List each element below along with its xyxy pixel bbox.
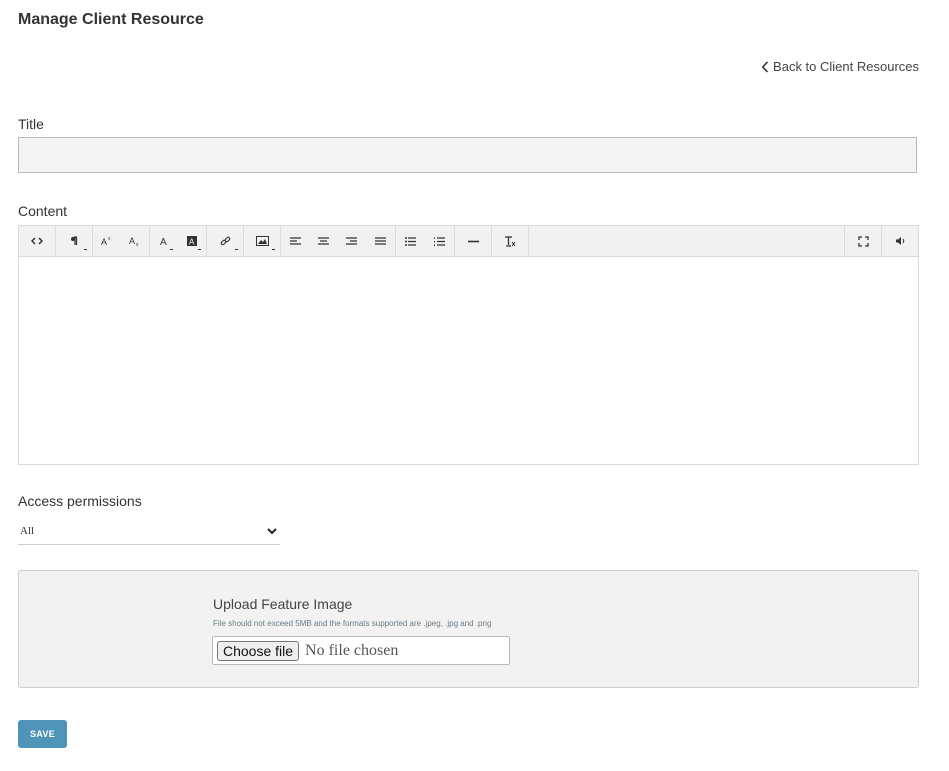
access-permissions-label: Access permissions bbox=[18, 493, 142, 509]
image-icon[interactable] bbox=[244, 226, 280, 256]
upload-feature-image-panel: Upload Feature Image File should not exc… bbox=[18, 570, 919, 688]
link-icon[interactable] bbox=[207, 226, 243, 256]
chevron-left-icon bbox=[761, 60, 769, 73]
toolbar-group-script: Ax Ax bbox=[93, 226, 150, 256]
svg-text:x: x bbox=[108, 236, 111, 242]
chevron-down-icon bbox=[267, 522, 277, 540]
toolbar-group-paragraph bbox=[56, 226, 93, 256]
access-permissions-value: All bbox=[20, 525, 35, 537]
align-right-icon[interactable] bbox=[337, 226, 365, 256]
upload-title: Upload Feature Image bbox=[213, 596, 353, 612]
font-color-icon[interactable]: A bbox=[150, 226, 178, 256]
svg-text:x: x bbox=[136, 242, 139, 246]
upload-hint: File should not exceed 5MB and the forma… bbox=[213, 619, 492, 628]
toolbar-group-color: A A bbox=[150, 226, 207, 256]
editor-content-area[interactable] bbox=[19, 257, 918, 465]
back-link-label: Back to Client Resources bbox=[773, 59, 919, 74]
svg-text:A: A bbox=[160, 237, 167, 246]
svg-text:A: A bbox=[129, 236, 135, 246]
back-to-client-resources-link[interactable]: Back to Client Resources bbox=[761, 59, 919, 74]
svg-text:A: A bbox=[101, 237, 107, 246]
toolbar-group-clear bbox=[492, 226, 529, 256]
toolbar-group-image bbox=[244, 226, 281, 256]
subscript-icon[interactable]: Ax bbox=[121, 226, 149, 256]
highlight-color-icon[interactable]: A bbox=[178, 226, 206, 256]
speech-icon[interactable] bbox=[882, 226, 918, 256]
toolbar-group-code bbox=[19, 226, 56, 256]
toolbar-group-lists bbox=[396, 226, 455, 256]
fullscreen-icon[interactable] bbox=[845, 226, 881, 256]
title-input[interactable] bbox=[18, 137, 917, 173]
toolbar-group-rule bbox=[455, 226, 492, 256]
toolbar-right-group bbox=[844, 226, 918, 256]
save-button[interactable]: SAVE bbox=[18, 720, 67, 748]
choose-file-button[interactable]: Choose file bbox=[217, 640, 300, 661]
svg-text:A: A bbox=[189, 238, 195, 247]
clear-format-icon[interactable] bbox=[492, 226, 528, 256]
align-center-icon[interactable] bbox=[309, 226, 337, 256]
file-status: No file chosen bbox=[305, 641, 399, 659]
content-label: Content bbox=[18, 203, 68, 219]
rich-text-editor: Ax Ax A A bbox=[18, 225, 919, 465]
horizontal-rule-icon[interactable] bbox=[455, 226, 491, 256]
editor-toolbar: Ax Ax A A bbox=[19, 226, 918, 257]
numbered-list-icon[interactable] bbox=[424, 226, 454, 256]
superscript-icon[interactable]: Ax bbox=[93, 226, 121, 256]
align-justify-icon[interactable] bbox=[365, 226, 395, 256]
toolbar-group-link bbox=[207, 226, 244, 256]
toolbar-group-speech bbox=[881, 226, 918, 256]
file-input[interactable]: Choose file No file chosen bbox=[212, 636, 510, 665]
paragraph-style-icon[interactable] bbox=[56, 226, 92, 256]
align-left-icon[interactable] bbox=[281, 226, 309, 256]
bulleted-list-icon[interactable] bbox=[396, 226, 424, 256]
code-view-icon[interactable] bbox=[19, 226, 55, 256]
page-title: Manage Client Resource bbox=[18, 11, 204, 28]
access-permissions-select[interactable]: All bbox=[18, 518, 280, 545]
toolbar-group-align bbox=[281, 226, 396, 256]
toolbar-group-fullscreen bbox=[844, 226, 881, 256]
title-label: Title bbox=[18, 116, 44, 132]
